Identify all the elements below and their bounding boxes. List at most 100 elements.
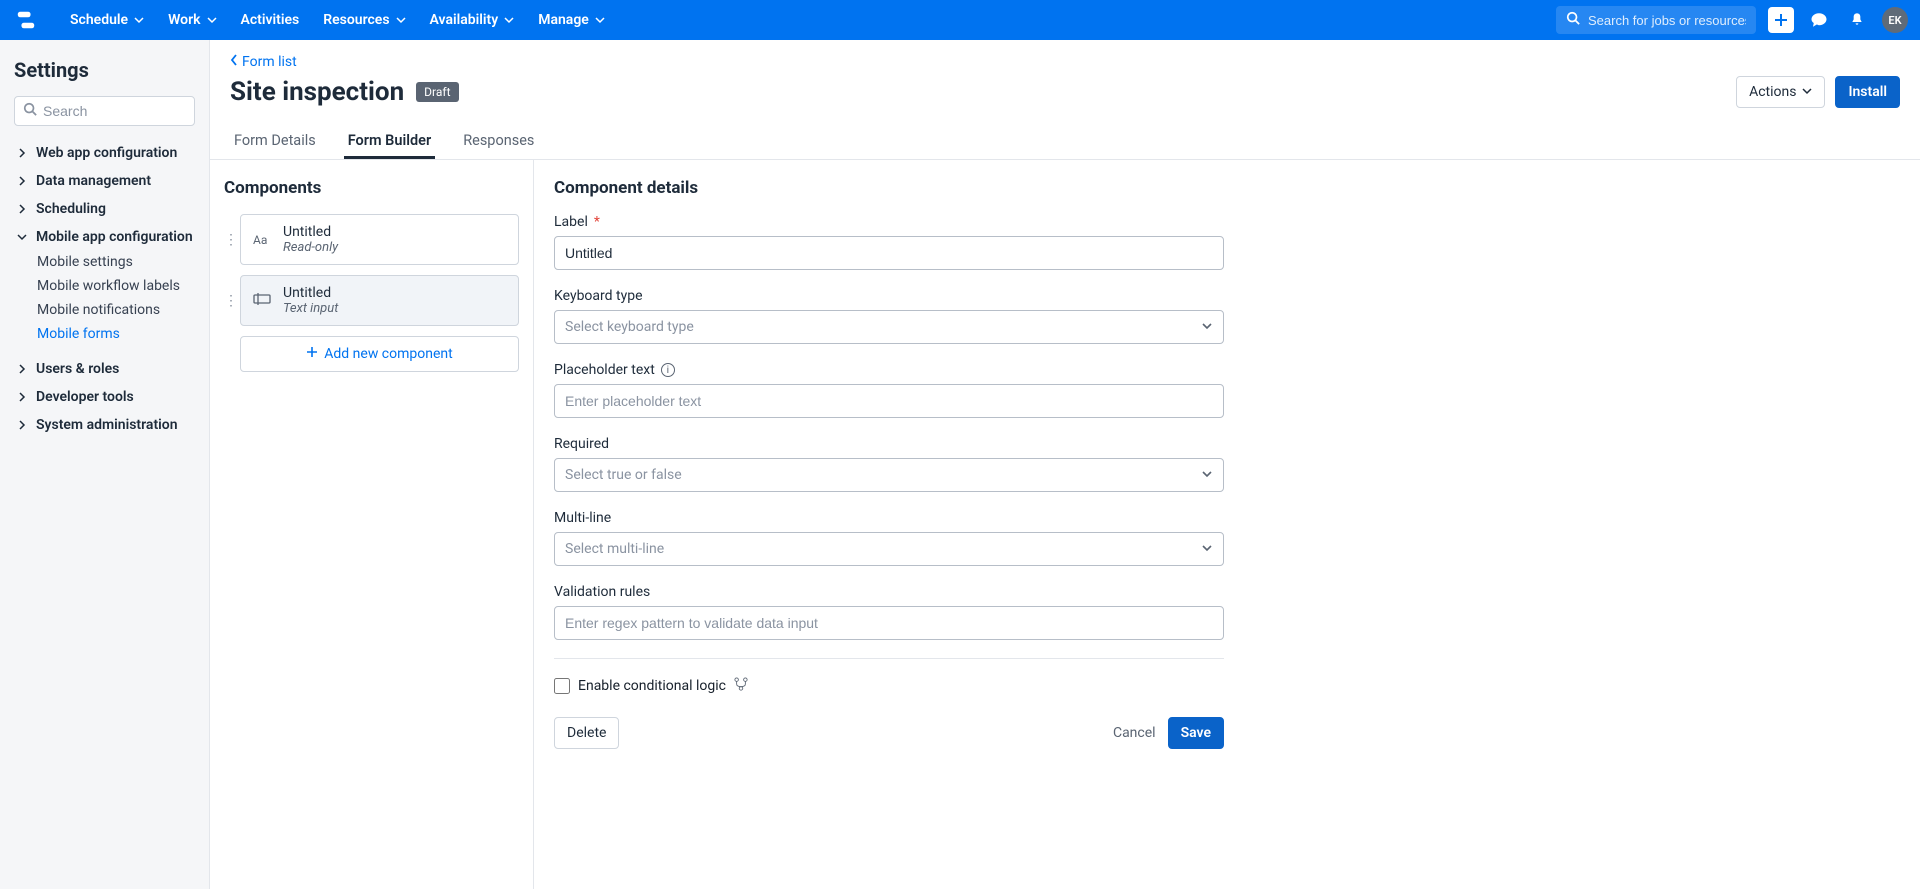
chevron-down-icon	[134, 15, 144, 25]
button-label: Actions	[1749, 84, 1796, 100]
keyboard-select[interactable]: Select keyboard type	[554, 310, 1224, 344]
app-logo[interactable]	[12, 6, 40, 34]
actions-button[interactable]: Actions	[1736, 76, 1825, 108]
nav-resources[interactable]: Resources	[313, 6, 415, 34]
nav-schedule[interactable]: Schedule	[60, 6, 154, 34]
info-icon[interactable]: i	[661, 363, 675, 377]
top-nav: Schedule Work Activities Resources Avail…	[0, 0, 1920, 40]
validation-label: Validation rules	[554, 584, 1224, 600]
cancel-button[interactable]: Cancel	[1101, 718, 1168, 748]
sidebar-group-dev[interactable]: Developer tools	[14, 384, 195, 410]
drag-handle-icon[interactable]: ⋮⋮	[224, 293, 234, 309]
placeholder-input[interactable]	[554, 384, 1224, 418]
nav-label: Resources	[323, 12, 389, 28]
divider	[554, 658, 1224, 659]
sidebar-group-data[interactable]: Data management	[14, 168, 195, 194]
global-search-input[interactable]	[1588, 13, 1746, 28]
component-item-readonly[interactable]: Aa Untitled Read-only	[240, 214, 519, 265]
search-icon	[1566, 11, 1580, 29]
sidebar-group-sysadmin[interactable]: System administration	[14, 412, 195, 438]
chevron-right-icon	[16, 420, 28, 430]
sidebar-group-label: Scheduling	[36, 201, 106, 217]
chevron-down-icon	[595, 15, 605, 25]
tab-responses[interactable]: Responses	[459, 122, 538, 159]
sidebar-group-label: Users & roles	[36, 361, 119, 377]
placeholder-label: Placeholder texti	[554, 362, 1224, 378]
nav-label: Availability	[430, 12, 499, 28]
text-input-icon	[253, 292, 271, 309]
breadcrumb-label: Form list	[242, 54, 297, 70]
component-subtitle: Read-only	[283, 240, 338, 255]
chevron-right-icon	[16, 364, 28, 374]
nav-activities[interactable]: Activities	[231, 6, 310, 34]
settings-sidebar: Settings Web app configuration Data mana…	[0, 40, 210, 889]
sidebar-item-mobile-forms[interactable]: Mobile forms	[37, 322, 195, 346]
sidebar-group-scheduling[interactable]: Scheduling	[14, 196, 195, 222]
multiline-select[interactable]: Select multi-line	[554, 532, 1224, 566]
nav-label: Activities	[241, 12, 300, 28]
chevron-down-icon	[1201, 467, 1213, 483]
delete-button[interactable]: Delete	[554, 717, 619, 749]
nav-work[interactable]: Work	[158, 6, 226, 34]
breadcrumb-back[interactable]: Form list	[230, 54, 1900, 70]
tab-form-details[interactable]: Form Details	[230, 122, 320, 159]
sidebar-group-label: Web app configuration	[36, 145, 177, 161]
conditional-label: Enable conditional logic	[578, 678, 726, 694]
component-item-textinput[interactable]: Untitled Text input	[240, 275, 519, 326]
chevron-down-icon	[396, 15, 406, 25]
content: Form list Site inspection Draft Actions …	[210, 40, 1920, 889]
branch-icon	[734, 677, 748, 695]
nav-availability[interactable]: Availability	[420, 6, 525, 34]
sidebar-search[interactable]	[14, 96, 195, 126]
label-input[interactable]	[554, 236, 1224, 270]
install-button[interactable]: Install	[1835, 76, 1900, 108]
text-aa-icon: Aa	[253, 233, 271, 247]
details-title: Component details	[554, 178, 1224, 198]
select-placeholder: Select true or false	[565, 467, 682, 483]
button-label: Save	[1181, 725, 1211, 741]
sidebar-item-mobile-notifications[interactable]: Mobile notifications	[37, 298, 195, 322]
tab-form-builder[interactable]: Form Builder	[344, 122, 435, 159]
sidebar-group-mobile[interactable]: Mobile app configuration	[14, 224, 195, 250]
chevron-right-icon	[16, 148, 28, 158]
chevron-down-icon	[1201, 319, 1213, 335]
button-label: Cancel	[1113, 725, 1156, 741]
global-search[interactable]	[1556, 6, 1756, 34]
sidebar-group-label: Mobile app configuration	[36, 229, 193, 245]
sidebar-group-users[interactable]: Users & roles	[14, 356, 195, 382]
button-label: Add new component	[324, 346, 452, 362]
add-component-button[interactable]: Add new component	[240, 336, 519, 372]
sidebar-item-mobile-workflow[interactable]: Mobile workflow labels	[37, 274, 195, 298]
page-header: Form list Site inspection Draft Actions …	[210, 40, 1920, 160]
required-select[interactable]: Select true or false	[554, 458, 1224, 492]
save-button[interactable]: Save	[1168, 717, 1224, 749]
label-field-label: Label*	[554, 214, 1224, 230]
sidebar-item-mobile-settings[interactable]: Mobile settings	[37, 250, 195, 274]
validation-input[interactable]	[554, 606, 1224, 640]
tabs: Form Details Form Builder Responses	[230, 122, 1900, 159]
sidebar-group-label: System administration	[36, 417, 178, 433]
components-panel: Components ⋮⋮ Aa Untitled Read-only ⋮⋮	[210, 160, 534, 889]
chevron-left-icon	[230, 54, 238, 70]
sidebar-group-webapp[interactable]: Web app configuration	[14, 140, 195, 166]
chevron-down-icon	[207, 15, 217, 25]
search-icon	[23, 102, 37, 120]
avatar[interactable]: EK	[1882, 7, 1908, 33]
chevron-down-icon	[504, 15, 514, 25]
bell-icon[interactable]	[1844, 7, 1870, 33]
chevron-down-icon	[1802, 84, 1812, 100]
add-button[interactable]	[1768, 7, 1794, 33]
conditional-checkbox[interactable]	[554, 678, 570, 694]
drag-handle-icon[interactable]: ⋮⋮	[224, 232, 234, 248]
chevron-down-icon	[16, 233, 28, 241]
multiline-label: Multi-line	[554, 510, 1224, 526]
plus-icon	[306, 346, 318, 362]
chevron-right-icon	[16, 176, 28, 186]
chat-icon[interactable]	[1806, 7, 1832, 33]
sidebar-search-input[interactable]	[43, 103, 186, 119]
nav-manage[interactable]: Manage	[528, 6, 615, 34]
chevron-right-icon	[16, 392, 28, 402]
chevron-down-icon	[1201, 541, 1213, 557]
components-title: Components	[224, 178, 519, 198]
button-label: Install	[1848, 84, 1887, 100]
